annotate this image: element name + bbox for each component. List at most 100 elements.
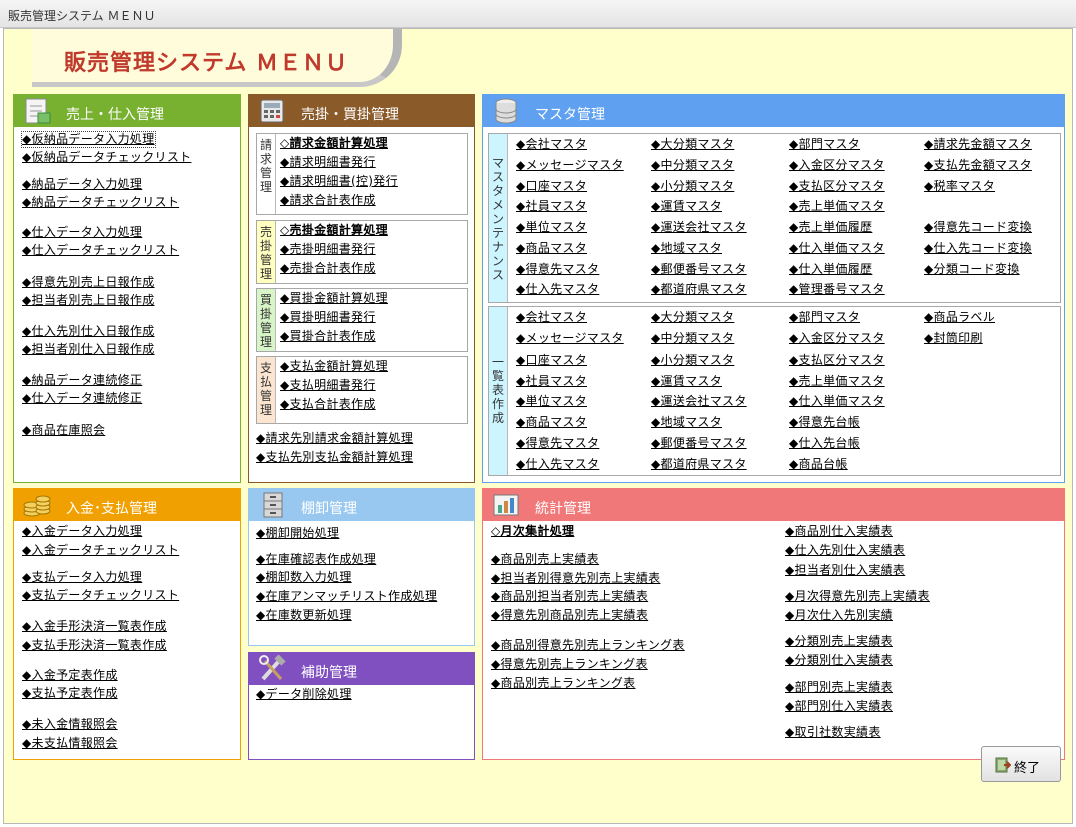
sales-link[interactable]: ◆仕入データチェックリスト xyxy=(22,243,179,258)
master-maint-link[interactable]: ◆単位マスタ xyxy=(516,220,587,235)
payment-link[interactable]: ◆入金データチェックリスト xyxy=(22,543,179,558)
inventory-link[interactable]: ◆在庫アンマッチリスト作成処理 xyxy=(256,589,437,604)
payment-link[interactable]: ◆支払予定表作成 xyxy=(22,686,118,701)
inventory-link[interactable]: ◆棚卸数入力処理 xyxy=(256,570,352,585)
payment-link[interactable]: ◆支払手形決済一覧表作成 xyxy=(22,638,167,653)
master-maint-link[interactable]: ◆売上単価履歴 xyxy=(789,220,872,235)
urikake-link[interactable]: ◆売掛合計表作成 xyxy=(280,261,376,276)
stats-link[interactable]: ◆商品別担当者別売上実績表 xyxy=(491,589,648,604)
master-maint-link[interactable]: ◆商品マスタ xyxy=(516,241,587,256)
master-list-link[interactable]: ◆得意先マスタ xyxy=(516,436,599,451)
master-maint-link[interactable]: ◆郵便番号マスタ xyxy=(651,262,747,277)
aux-link[interactable]: ◆データ削除処理 xyxy=(256,687,352,702)
master-maint-link[interactable]: ◆中分類マスタ xyxy=(651,158,734,173)
sales-link[interactable]: ◆仕入データ連続修正 xyxy=(22,391,142,406)
sales-link[interactable]: ◆担当者別売上日報作成 xyxy=(22,293,155,308)
payment-link[interactable]: ◆入金手形決済一覧表作成 xyxy=(22,619,167,634)
master-maint-link[interactable]: ◆部門マスタ xyxy=(789,137,860,152)
stats-link[interactable]: ◆分類別売上実績表 xyxy=(785,634,893,649)
master-maint-link[interactable]: ◆都道府県マスタ xyxy=(651,282,747,297)
stats-link[interactable]: ◆商品別得意先別売上ランキング表 xyxy=(491,638,685,653)
stats-link[interactable]: ◆得意先別商品別売上実績表 xyxy=(491,608,648,623)
master-list-link[interactable]: ◆商品ラベル xyxy=(924,310,995,325)
master-maint-link[interactable]: ◆大分類マスタ xyxy=(651,137,734,152)
master-list-link[interactable]: ◆社員マスタ xyxy=(516,374,587,389)
stats-link[interactable]: ◆部門別売上実績表 xyxy=(785,680,893,695)
master-list-link[interactable]: ◆地域マスタ xyxy=(651,415,722,430)
master-maint-link[interactable]: ◆得意先マスタ xyxy=(516,262,599,277)
seikyu-link[interactable]: ◆請求合計表作成 xyxy=(280,193,376,208)
stats-link[interactable]: ◇月次集計処理 xyxy=(491,524,574,539)
master-list-link[interactable]: ◆小分類マスタ xyxy=(651,353,734,368)
sales-link[interactable]: ◆商品在庫照会 xyxy=(22,423,105,438)
master-maint-link[interactable]: ◆入金区分マスタ xyxy=(789,158,885,173)
master-maint-link[interactable]: ◆仕入単価履歴 xyxy=(789,262,872,277)
master-maint-link[interactable]: ◆売上単価マスタ xyxy=(789,199,885,214)
sales-link[interactable]: ◆仮納品データチェックリスト xyxy=(22,150,191,165)
sales-link[interactable]: ◆納品データ連続修正 xyxy=(22,373,142,388)
stats-link[interactable]: ◆商品別売上実績表 xyxy=(491,552,599,567)
master-maint-link[interactable]: ◆地域マスタ xyxy=(651,241,722,256)
master-list-link[interactable]: ◆会社マスタ xyxy=(516,310,587,325)
billing-extra-link[interactable]: ◆支払先別支払金額計算処理 xyxy=(256,450,413,465)
sales-link[interactable]: ◆仮納品データ入力処理 xyxy=(21,131,156,148)
master-list-link[interactable]: ◆運賃マスタ xyxy=(651,374,722,389)
sales-link[interactable]: ◆得意先別売上日報作成 xyxy=(22,275,155,290)
master-list-link[interactable]: ◆単位マスタ xyxy=(516,394,587,409)
master-maint-link[interactable]: ◆分類コード変換 xyxy=(924,262,1020,277)
master-maint-link[interactable]: ◆口座マスタ xyxy=(516,179,587,194)
master-list-link[interactable]: ◆大分類マスタ xyxy=(651,310,734,325)
seikyu-link[interactable]: ◇請求金額計算処理 xyxy=(280,136,388,151)
stats-link[interactable]: ◆商品別仕入実績表 xyxy=(785,524,893,539)
inventory-link[interactable]: ◆棚卸開始処理 xyxy=(256,526,339,541)
master-list-link[interactable]: ◆支払区分マスタ xyxy=(789,353,885,368)
sales-link[interactable]: ◆納品データチェックリスト xyxy=(22,195,179,210)
master-list-link[interactable]: ◆封筒印刷 xyxy=(924,331,983,346)
sales-link[interactable]: ◆納品データ入力処理 xyxy=(22,177,142,192)
payment-link[interactable]: ◆入金データ入力処理 xyxy=(22,524,142,539)
master-list-link[interactable]: ◆仕入単価マスタ xyxy=(789,394,885,409)
master-maint-link[interactable]: ◆管理番号マスタ xyxy=(789,282,885,297)
master-maint-link[interactable]: ◆会社マスタ xyxy=(516,137,587,152)
stats-link[interactable]: ◆担当者別仕入実績表 xyxy=(785,563,905,578)
sales-link[interactable]: ◆担当者別仕入日報作成 xyxy=(22,342,155,357)
seikyu-link[interactable]: ◆請求明細書(控)発行 xyxy=(280,174,398,189)
payment-link[interactable]: ◆入金予定表作成 xyxy=(22,668,118,683)
urikake-link[interactable]: ◆売掛明細書発行 xyxy=(280,242,376,257)
master-maint-link[interactable]: ◆請求先金額マスタ xyxy=(924,137,1032,152)
stats-link[interactable]: ◆仕入先別仕入実績表 xyxy=(785,543,905,558)
master-list-link[interactable]: ◆入金区分マスタ xyxy=(789,331,885,346)
master-list-link[interactable]: ◆商品台帳 xyxy=(789,457,848,472)
sales-link[interactable]: ◆仕入データ入力処理 xyxy=(22,225,142,240)
sales-link[interactable]: ◆仕入先別仕入日報作成 xyxy=(22,324,155,339)
master-maint-link[interactable]: ◆社員マスタ xyxy=(516,199,587,214)
stats-link[interactable]: ◆取引社数実績表 xyxy=(785,725,881,740)
master-list-link[interactable]: ◆メッセージマスタ xyxy=(516,331,624,346)
master-list-link[interactable]: ◆仕入先台帳 xyxy=(789,436,860,451)
master-maint-link[interactable]: ◆小分類マスタ xyxy=(651,179,734,194)
exit-button[interactable]: 終了 xyxy=(981,746,1061,782)
payment-link[interactable]: ◆未入金情報照会 xyxy=(22,717,118,732)
inventory-link[interactable]: ◆在庫確認表作成処理 xyxy=(256,552,376,567)
stats-link[interactable]: ◆得意先別売上ランキング表 xyxy=(491,657,648,672)
master-list-link[interactable]: ◆部門マスタ xyxy=(789,310,860,325)
master-maint-link[interactable]: ◆支払先金額マスタ xyxy=(924,158,1032,173)
master-maint-link[interactable]: ◆運送会社マスタ xyxy=(651,220,747,235)
kaikake-link[interactable]: ◆買掛金額計算処理 xyxy=(280,291,388,306)
shiharai-link[interactable]: ◆支払明細書発行 xyxy=(280,378,376,393)
master-list-link[interactable]: ◆運送会社マスタ xyxy=(651,394,747,409)
master-list-link[interactable]: ◆口座マスタ xyxy=(516,353,587,368)
master-maint-link[interactable]: ◆仕入単価マスタ xyxy=(789,241,885,256)
stats-link[interactable]: ◆部門別仕入実績表 xyxy=(785,699,893,714)
stats-link[interactable]: ◆分類別仕入実績表 xyxy=(785,653,893,668)
urikake-link[interactable]: ◇売掛金額計算処理 xyxy=(280,223,388,238)
master-list-link[interactable]: ◆商品マスタ xyxy=(516,415,587,430)
stats-link[interactable]: ◆月次仕入先別実績 xyxy=(785,608,893,623)
master-maint-link[interactable]: ◆運賃マスタ xyxy=(651,199,722,214)
master-list-link[interactable]: ◆中分類マスタ xyxy=(651,331,734,346)
shiharai-link[interactable]: ◆支払金額計算処理 xyxy=(280,359,388,374)
payment-link[interactable]: ◆支払データ入力処理 xyxy=(22,570,142,585)
master-maint-link[interactable]: ◆仕入先マスタ xyxy=(516,282,599,297)
stats-link[interactable]: ◆月次得意先別売上実績表 xyxy=(785,589,930,604)
master-list-link[interactable]: ◆売上単価マスタ xyxy=(789,374,885,389)
